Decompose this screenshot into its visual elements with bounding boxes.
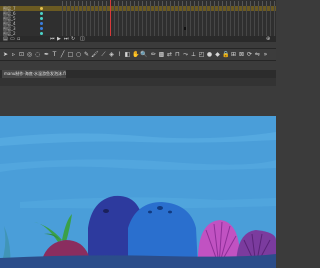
lock-fill-icon[interactable]: 🔒 [222,51,229,58]
rock-spot [103,209,109,213]
new-layer-icon[interactable]: ▤ [3,36,8,42]
play-icon[interactable]: ▶ [57,36,61,42]
tools-toolbar: ➤ ▹ ⊡ ◎ ◌ ✒ T ╱ □ ○ ✎ 🖌 ⟋ ◈ ⌇ ◧ ✋ 🔍 ✏ ▩ … [0,48,276,61]
layer-color-icon[interactable] [40,17,43,20]
layer-color-icon[interactable] [40,7,43,10]
paint-bucket-tool-icon[interactable]: ◈ [108,51,115,58]
smooth-icon[interactable]: ⤳ [182,51,189,58]
layer-color-icon[interactable] [40,27,43,30]
bone-tool-icon[interactable]: ⟋ [100,51,107,58]
layer-color-icon[interactable] [40,32,43,35]
more-tools-icon[interactable]: » [262,51,269,58]
brush-size-icon[interactable]: ● [206,51,213,58]
transform-icon[interactable]: ⊠ [238,51,245,58]
stroke-color-icon[interactable]: ✏ [150,51,157,58]
delete-layer-icon[interactable]: ▫ [17,36,20,42]
flip-icon[interactable]: ⇋ [254,51,261,58]
free-transform-tool-icon[interactable]: ⊡ [18,51,25,58]
stage-edit-bar [0,78,276,86]
zoom-icon[interactable]: ⊕ [266,36,270,42]
last-frame-icon[interactable]: ⏭ [64,36,69,42]
rotate-icon[interactable]: ⟳ [246,51,253,58]
layer-color-icon[interactable] [40,12,43,15]
snap-icon[interactable]: ⊓ [174,51,181,58]
object-drawing-icon[interactable]: ◰ [198,51,205,58]
text-tool-icon[interactable]: T [51,51,58,58]
eraser-tool-icon[interactable]: ◧ [124,51,131,58]
3d-rotation-tool-icon[interactable]: ◎ [26,51,33,58]
oval-tool-icon[interactable]: ○ [75,51,82,58]
straighten-icon[interactable]: ⟂ [190,51,197,58]
onion-skin-icon[interactable]: ◫ [80,36,85,42]
stage-canvas[interactable] [0,116,276,268]
brush-tool-icon[interactable]: 🖌 [91,51,99,58]
rectangle-tool-icon[interactable]: □ [67,51,74,58]
rock-spot [148,210,152,214]
loop-icon[interactable]: ↻ [71,36,75,42]
rock-spot [157,206,163,210]
pen-tool-icon[interactable]: ✒ [43,51,50,58]
fill-color-icon[interactable]: ▩ [158,51,165,58]
align-icon[interactable]: ⊞ [230,51,237,58]
zoom-tool-icon[interactable]: 🔍 [140,51,147,58]
brush-shape-icon[interactable]: ◆ [214,51,221,58]
subselection-tool-icon[interactable]: ▹ [10,51,17,58]
document-tab[interactable]: manu制作·海底·水温游鱼发泡沫.fla [2,70,66,78]
keyframe-marker[interactable] [184,27,186,30]
timeline-controls: ▤ ▭ ▫ ⏮ ▶ ⏭ ↻ ◫ ⊕ [0,36,276,42]
selection-tool-icon[interactable]: ➤ [2,51,9,58]
pasteboard [0,86,276,116]
rock-spot [168,210,172,214]
underwater-scene [0,116,276,268]
swap-colors-icon[interactable]: ⇄ [166,51,173,58]
lasso-tool-icon[interactable]: ◌ [34,51,41,58]
first-frame-icon[interactable]: ⏮ [50,36,55,42]
line-tool-icon[interactable]: ╱ [59,51,66,58]
layer-color-icon[interactable] [40,22,43,25]
new-folder-icon[interactable]: ▭ [10,36,15,42]
hand-tool-icon[interactable]: ✋ [132,51,139,58]
eyedropper-tool-icon[interactable]: ⌇ [116,51,123,58]
pencil-tool-icon[interactable]: ✎ [83,51,90,58]
